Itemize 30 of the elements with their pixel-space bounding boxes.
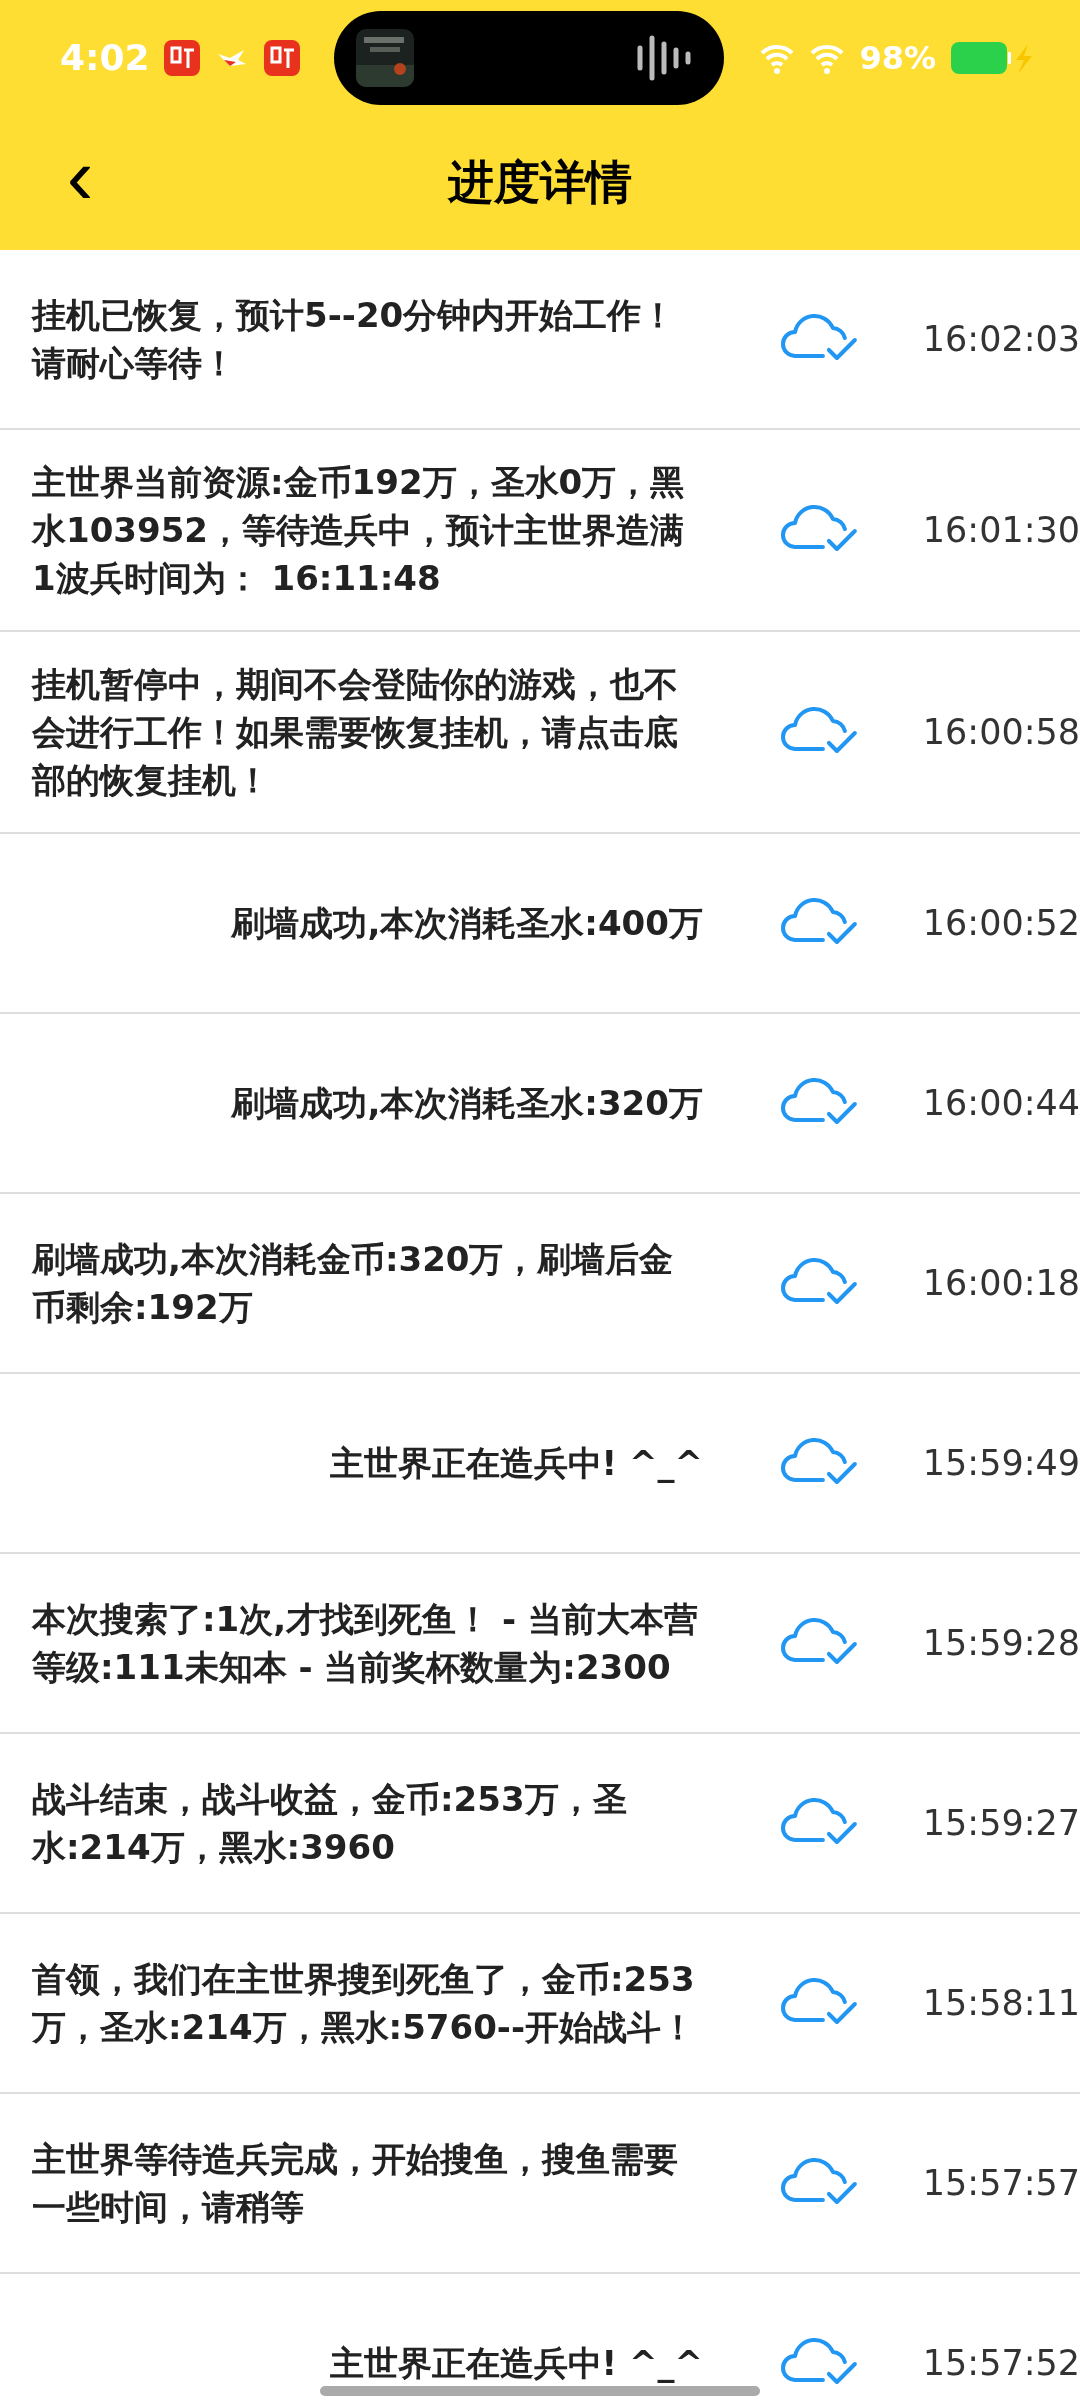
status-time: 4:02 [60,37,150,78]
log-time: 16:02:03 [922,319,1080,359]
log-message: 刷墙成功,本次消耗圣水:400万 [231,902,703,945]
log-time: 15:57:57 [922,2163,1080,2203]
log-message: 本次搜索了:1次,才找到死鱼！ - 当前大本营等级:111未知本 - 当前奖杯数量为:2300 [32,1598,699,1689]
app-icon [163,39,200,76]
log-message: 主世界等待造兵完成，开始搜鱼，搜鱼需要一些时间，请稍等 [32,2138,679,2229]
log-time: 16:00:58 [922,712,1080,752]
page-title: 进度详情 [446,153,633,211]
log-message: 刷墙成功,本次消耗金币:320万，刷墙后金币剩余:192万 [32,1238,675,1329]
log-time: 15:59:49 [922,1443,1080,1483]
log-message: 战斗结束，战斗收益，金币:253万，圣水:214万，黑水:3960 [32,1778,628,1869]
battery-percent: 98% [859,38,936,77]
log-message: 主世界正在造兵中! ^_^ [329,1442,703,1485]
log-message: 挂机已恢复，预计5--20分钟内开始工作！请耐心等待！ [32,294,677,385]
log-time: 16:00:18 [922,1263,1080,1303]
app-icon [263,39,300,76]
log-message: 刷墙成功,本次消耗圣水:320万 [231,1082,703,1125]
log-message: 首领，我们在主世界搜到死鱼了，金币:253万，圣水:214万，黑水:5760--开始战斗！ [32,1958,697,2049]
log-time: 15:59:28 [922,1623,1080,1663]
log-message: 主世界正在造兵中! ^_^ [329,2342,703,2385]
log-message: 主世界当前资源:金币192万，圣水0万，黑水103952，等待造兵中，预计主世界造满1波兵时间为： 16:11:48 [32,461,686,600]
log-time: 15:57:52 [922,2343,1080,2383]
log-message: 挂机暂停中，期间不会登陆你的游戏，也不会进行工作！如果需要恢复挂机，请点击底部的恢复挂机！ [32,663,679,802]
log-time: 16:01:30 [922,510,1080,550]
log-time: 16:00:44 [922,1083,1080,1123]
log-time: 16:00:52 [922,903,1080,943]
back-button[interactable]: ‹ [50,136,110,229]
log-time: 15:59:27 [922,1803,1080,1843]
log-time: 15:58:11 [922,1983,1080,2023]
